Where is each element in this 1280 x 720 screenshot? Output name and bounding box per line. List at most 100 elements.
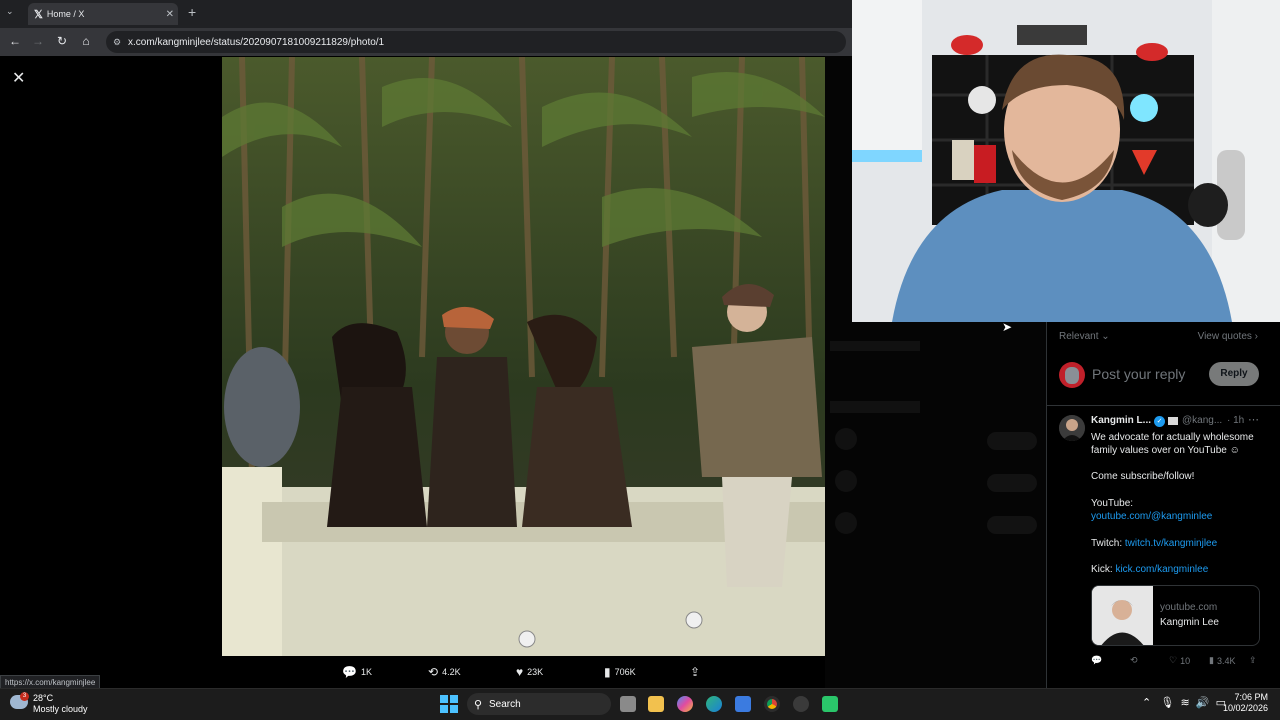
my-avatar[interactable] (1059, 362, 1085, 388)
chevron-down-icon: ⌄ (1101, 331, 1110, 342)
reload-icon[interactable]: ↻ (55, 34, 69, 48)
tweet-timestamp[interactable]: · 1h (1227, 415, 1244, 426)
tweet-author-name[interactable]: Kangmin L... (1091, 415, 1151, 426)
home-icon[interactable]: ⌂ (79, 34, 93, 48)
taskbar-search[interactable]: ⚲ Search (467, 693, 611, 715)
repost-icon: ⟲ (1130, 655, 1138, 665)
reply-button[interactable]: Reply (1209, 362, 1259, 386)
weather-badge: 3 (20, 692, 29, 701)
reply-icon: 💬 (342, 665, 357, 679)
taskbar-search-label: Search (489, 698, 521, 710)
card-thumbnail (1092, 586, 1153, 645)
obs-icon[interactable] (793, 696, 809, 712)
tweet-reply-button[interactable]: 💬 (1091, 655, 1102, 666)
like-action[interactable]: ♥ 23K (516, 665, 543, 679)
mouse-cursor-icon: ➤ (1002, 320, 1013, 334)
more-options-icon[interactable]: ⋯ (1248, 413, 1259, 426)
tweet-author-avatar[interactable] (1059, 415, 1085, 441)
edge-icon[interactable] (706, 696, 722, 712)
views-action[interactable]: ▮ 706K (604, 665, 636, 679)
share-icon: ⇪ (1249, 655, 1257, 665)
windows-start-icon[interactable] (440, 695, 458, 713)
tweet-photo (222, 57, 825, 656)
twitch-label: Twitch: (1091, 538, 1123, 549)
reply-panel: Relevant ⌄ View quotes › Post your reply… (1046, 322, 1280, 688)
tweet-text-line: family values over on YouTube ☺ (1091, 445, 1240, 456)
chevron-right-icon: › (1254, 331, 1258, 342)
volume-icon[interactable]: 🔊 (1196, 697, 1210, 709)
tab-list-chevron-icon[interactable]: ⌄ (6, 6, 14, 17)
repost-action[interactable]: ⟲ 4.2K (428, 665, 461, 679)
app-icon[interactable] (822, 696, 838, 712)
new-tab-icon[interactable]: + (188, 4, 196, 20)
photo-scene (222, 57, 825, 656)
taskbar-clock[interactable]: 7:06 PM 10/02/2026 (1223, 692, 1268, 714)
site-info-icon[interactable]: ⚙ (113, 37, 121, 48)
tab-title: Home / X (46, 9, 85, 19)
tweet-text-line: Twitch: twitch.tv/kangminjlee (1091, 538, 1217, 549)
card-title: Kangmin Lee (1160, 617, 1219, 628)
kick-link[interactable]: kick.com/kangminlee (1115, 564, 1208, 575)
affiliation-badge-icon (1168, 417, 1178, 425)
card-domain: youtube.com (1160, 602, 1218, 613)
share-action[interactable]: ⇪ (690, 665, 700, 679)
tweet-text-line: YouTube: (1091, 498, 1134, 509)
repost-icon: ⟲ (428, 665, 439, 679)
clock-date: 10/02/2026 (1222, 703, 1268, 713)
view-quotes-link[interactable]: View quotes › (1198, 331, 1258, 342)
avatar-image (1059, 415, 1085, 441)
tweet-like-count: 10 (1180, 655, 1191, 666)
address-bar[interactable]: ⚙ x.com/kangminjlee/status/2020907181009… (106, 31, 846, 53)
share-icon: ⇪ (690, 665, 701, 679)
forward-icon[interactable]: → (31, 34, 45, 48)
reply-action[interactable]: 💬 1K (342, 665, 372, 679)
back-icon[interactable]: ← (8, 34, 22, 48)
webcam-scene (852, 0, 1280, 322)
tweet-author-handle[interactable]: @kang... (1182, 415, 1222, 426)
file-explorer-icon[interactable] (648, 696, 664, 712)
wifi-icon[interactable]: ≋ (1180, 697, 1189, 709)
chevron-up-icon[interactable]: ⌃ (1142, 697, 1151, 709)
copilot-icon[interactable] (677, 696, 693, 712)
tweet-like-button[interactable]: ♡ 10 (1169, 655, 1190, 666)
task-view-icon[interactable] (620, 696, 636, 712)
link-preview-card[interactable]: youtube.com Kangmin Lee (1091, 585, 1260, 646)
address-bar-url: x.com/kangminjlee/status/202090718100921… (128, 36, 385, 48)
search-icon: ⚲ (474, 698, 483, 711)
tweet-text-line: Kick: kick.com/kangminlee (1091, 564, 1208, 575)
weather-condition[interactable]: Mostly cloudy (33, 704, 88, 714)
tweet-views-button[interactable]: ▮ 3.4K (1209, 655, 1235, 666)
windows-taskbar (0, 688, 1280, 720)
mail-icon[interactable] (735, 696, 751, 712)
tweet-repost-button[interactable]: ⟲ (1130, 655, 1138, 666)
views-icon: ▮ (604, 665, 611, 679)
reply-count: 1K (360, 667, 372, 677)
x-logo-icon: 𝕏 (34, 8, 43, 21)
photo-action-bar: 💬 1K ⟲ 4.2K ♥ 23K ▮ 706K ⇪ (330, 662, 720, 682)
close-photo-icon[interactable]: ✕ (12, 68, 25, 88)
chrome-icon[interactable] (764, 696, 780, 712)
tab-close-icon[interactable]: ✕ (166, 9, 174, 20)
tweet-views-count: 3.4K (1216, 655, 1236, 666)
weather-temperature[interactable]: 28°C (33, 693, 53, 703)
browser-tab[interactable]: 𝕏 Home / X ✕ (28, 3, 178, 25)
heart-icon: ♥ (516, 665, 524, 679)
like-count: 23K (527, 667, 544, 677)
verified-badge-icon: ✓ (1154, 416, 1165, 427)
tweet-text-line: Come subscribe/follow! (1091, 471, 1195, 482)
sort-replies-dropdown[interactable]: Relevant ⌄ (1059, 331, 1110, 342)
sort-label: Relevant (1059, 331, 1099, 342)
webcam-overlay (852, 0, 1280, 322)
views-count: 706K (614, 667, 636, 677)
youtube-link[interactable]: youtube.com/@kangminlee (1091, 511, 1212, 522)
reply-input[interactable]: Post your reply (1092, 366, 1185, 382)
view-quotes-label: View quotes (1197, 331, 1252, 342)
twitch-link[interactable]: twitch.tv/kangminjlee (1125, 538, 1217, 549)
tweet-text-line: We advocate for actually wholesome (1091, 432, 1254, 443)
card-thumbnail-image (1092, 586, 1153, 645)
microphone-icon[interactable]: 🎙 (1160, 697, 1174, 709)
heart-icon: ♡ (1169, 655, 1178, 665)
views-icon: ▮ (1209, 655, 1214, 665)
tweet-share-button[interactable]: ⇪ (1249, 655, 1257, 666)
kick-label: Kick: (1091, 564, 1113, 575)
